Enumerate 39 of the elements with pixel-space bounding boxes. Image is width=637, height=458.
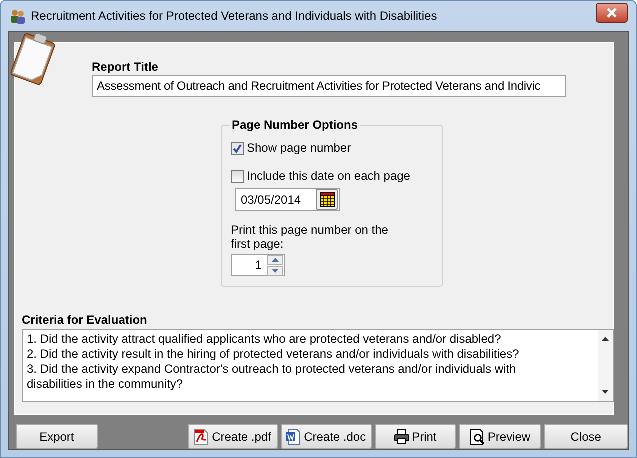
criteria-line: 2. Did the activity result in the hiring of protected veterans and/or individuals with disabilities? [27, 347, 520, 362]
scroll-up-icon [602, 337, 609, 341]
dialog-button[interactable]: Preview [459, 424, 542, 449]
close-button[interactable] [596, 3, 628, 23]
criteria-line: 3. Did the activity expand Contractor's outreach to protected veterans and/or individuals with disabilities in the community? [27, 362, 518, 392]
field-label: Criteria for Evaluation [22, 313, 148, 327]
up-arrow-icon [272, 258, 278, 262]
criteria-line: 1. Did the activity attract qualified applicants who are protected veterans and/or disabled? [27, 332, 502, 347]
scroll-down-icon [602, 390, 609, 394]
word-file-icon [286, 428, 302, 444]
criteria-text-area[interactable] [22, 329, 614, 402]
spinner-label: Print this page number on the first page: [231, 223, 390, 251]
checkbox-label: Include this date on each page [247, 169, 410, 183]
checkbox-label: Show page number [247, 141, 352, 155]
down-arrow-icon [272, 268, 278, 272]
scrollbar[interactable] [598, 330, 613, 401]
close-icon [606, 8, 618, 18]
people-icon [10, 8, 26, 24]
dialog-button[interactable]: Export [16, 424, 98, 449]
group-title: Page Number Options [230, 118, 360, 132]
dialog-button[interactable]: Create .pdf [188, 424, 278, 449]
field-label: Report Title [92, 60, 160, 74]
magnifier-page-icon [470, 428, 486, 444]
window-title: Recruitment Activities for Protected Veterans and Individuals with Disabilities [31, 9, 438, 23]
dialog-button[interactable]: Print [374, 424, 456, 449]
dialog-button[interactable]: Close [544, 424, 628, 449]
spin-down-button[interactable] [267, 266, 283, 276]
printer-icon [394, 428, 410, 444]
date-field[interactable]: 03/05/2014 [235, 188, 340, 211]
report-title-field[interactable]: Assessment of Outreach and Recruitment Activities for Protected Veterans and Indivic [92, 75, 566, 97]
page-number-spinner[interactable]: 1 [231, 254, 285, 276]
checkmark-icon [233, 144, 242, 152]
calendar-button[interactable] [316, 189, 338, 210]
dialog-button[interactable]: Create .doc [280, 424, 372, 449]
calendar-icon [320, 192, 334, 207]
pdf-file-icon [194, 428, 210, 444]
checkbox[interactable] [231, 142, 244, 154]
checkbox[interactable] [231, 170, 244, 182]
spin-up-button[interactable] [267, 254, 283, 264]
